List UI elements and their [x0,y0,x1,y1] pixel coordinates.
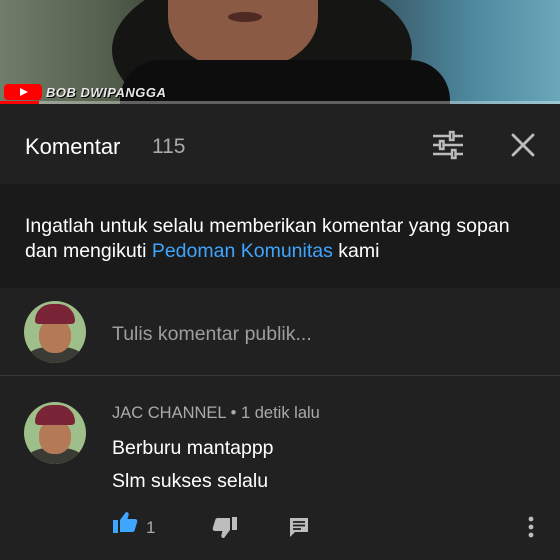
video-person-shirt [120,60,450,104]
user-avatar [24,301,86,363]
dislike-icon[interactable] [212,516,238,545]
community-guidelines-notice: Ingatlah untuk selalu memberikan komenta… [0,184,560,288]
reply-icon[interactable] [288,516,310,543]
comment-line: Berburu mantappp [112,437,274,459]
video-player[interactable]: BOB DWIPANGGA [0,0,560,104]
channel-watermark: BOB DWIPANGGA [46,85,167,100]
like-count: 1 [146,518,156,537]
comment-input[interactable]: Tulis komentar publik... [112,323,312,346]
more-options-icon[interactable] [524,515,538,544]
meta-separator: • [226,404,241,422]
comment-author[interactable]: JAC CHANNEL [112,404,226,422]
close-icon[interactable] [506,128,540,162]
filter-icon[interactable] [430,130,466,160]
community-guidelines-link[interactable]: Pedoman Komunitas [152,240,333,262]
comment-compose[interactable]: Tulis komentar publik... [0,288,560,376]
guideline-text: Ingatlah untuk selalu memberikan komenta… [25,214,545,264]
youtube-logo-icon [4,84,42,100]
guideline-text-after: kami [332,240,380,262]
comment-body: Berburu mantappp Slm sukses selalu [112,432,274,498]
comment-author-avatar[interactable] [24,402,86,464]
comment-timestamp: 1 detik lalu [240,404,320,422]
comments-title: Komentar [25,134,121,159]
comment-item: JAC CHANNEL • 1 detik lalu Berburu manta… [0,377,560,560]
comment-line: Slm sukses selalu [112,470,269,492]
like-icon[interactable] [112,510,138,539]
comments-header: Komentar 115 [0,104,560,184]
comment-meta: JAC CHANNEL • 1 detik lalu [112,404,320,423]
video-person-mouth [228,12,262,22]
comments-count: 115 [152,135,186,158]
